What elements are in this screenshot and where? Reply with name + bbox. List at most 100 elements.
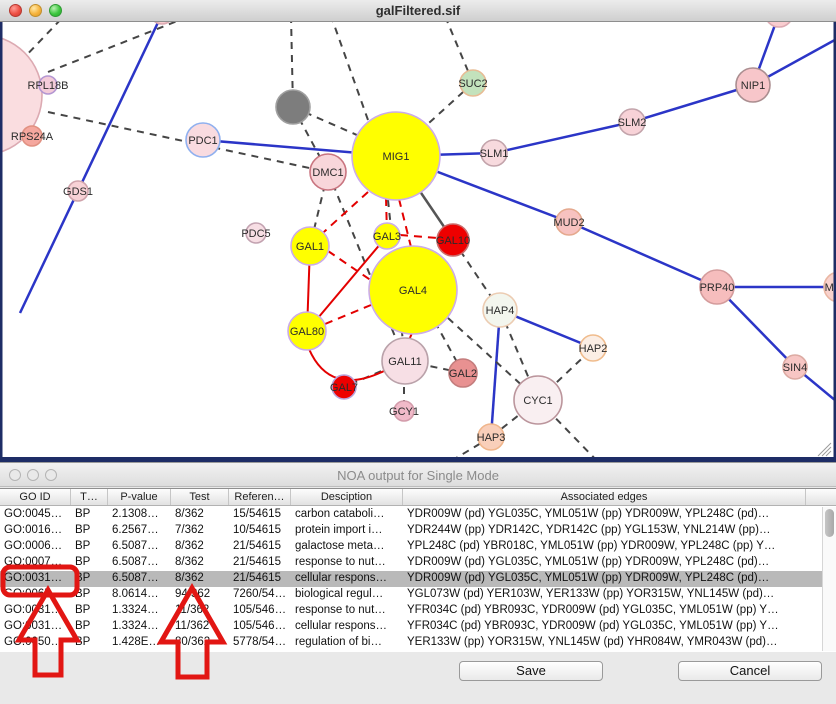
scrollbar-thumb[interactable]	[825, 509, 834, 537]
noa-output-window: NOA output for Single Mode GO IDT…P-valu…	[0, 462, 836, 704]
table-row[interactable]: GO:0031…BP1.3324…11/362105/546…response …	[0, 603, 836, 619]
table-row[interactable]: GO:0007…BP6.5087…8/36221/54615response t…	[0, 555, 836, 571]
cell-go_id: GO:0031…	[0, 603, 71, 619]
node-label: PDC5	[241, 228, 270, 240]
node-unlabeled[interactable]	[276, 90, 310, 124]
node-SLM2[interactable]: SLM2	[618, 109, 647, 135]
cell-associated_edges: YER133W (pp) YOR315W, YNL145W (pd) YHR08…	[403, 635, 806, 651]
node-label: HAP4	[486, 305, 515, 317]
table-header-row: GO IDT…P-valueTestReferen…DesciptionAsso…	[0, 488, 836, 506]
node-SUC2[interactable]: SUC2	[458, 70, 487, 96]
cell-p_value: 6.2567…	[108, 523, 171, 539]
network-canvas[interactable]: RPL18BRPS24AGDS1PDC1MIG1DMC1SUC2SLM1SLM2…	[0, 22, 836, 462]
cell-reference: 15/54615	[229, 507, 291, 523]
node-PRP40[interactable]: PRP40	[700, 270, 735, 304]
table-body: GO:0045…BP2.1308…8/36215/54615carbon cat…	[0, 507, 836, 651]
cell-test: 94/362	[171, 587, 229, 603]
cell-associated_edges: YGL073W (pd) YER103W, YER133W (pp) YOR31…	[403, 587, 806, 603]
node-SLM1[interactable]: SLM1	[480, 140, 509, 166]
table-row[interactable]: GO:0065…BP8.0614…94/3627260/54…biologica…	[0, 587, 836, 603]
column-header-p_value[interactable]: P-value	[108, 489, 171, 505]
cell-description: response to nut…	[291, 555, 403, 571]
cell-test: 11/362	[171, 603, 229, 619]
node-HAP4[interactable]: HAP4	[483, 293, 517, 327]
node-GAL11[interactable]: GAL11	[382, 338, 428, 384]
node-HAP2[interactable]: HAP2	[579, 335, 608, 361]
column-header-description[interactable]: Desciption	[291, 489, 403, 505]
edge-blue[interactable]	[494, 122, 632, 153]
node-HAP3[interactable]: HAP3	[477, 424, 506, 450]
cell-type: BP	[71, 523, 108, 539]
save-button[interactable]: Save	[459, 661, 603, 681]
network-window-titlebar[interactable]: galFiltered.sif	[0, 0, 836, 22]
node-GDS1[interactable]: GDS1	[63, 181, 93, 201]
node-DMC1[interactable]: DMC1	[310, 154, 346, 190]
node-label: CYC1	[523, 395, 552, 407]
edge-blue[interactable]	[569, 222, 717, 287]
cell-test: 8/362	[171, 555, 229, 571]
column-header-reference[interactable]: Referen…	[229, 489, 291, 505]
node-unlabeled[interactable]	[765, 22, 793, 27]
node-label: HAP2	[579, 343, 608, 355]
cell-test: 11/362	[171, 619, 229, 635]
cell-p_value: 6.5087…	[108, 555, 171, 571]
column-header-test[interactable]: Test	[171, 489, 229, 505]
edge-blue[interactable]	[20, 22, 162, 313]
table-row[interactable]: GO:0006…BP6.5087…8/36221/54615galactose …	[0, 539, 836, 555]
column-header-type[interactable]: T…	[71, 489, 108, 505]
node-label: GCY1	[389, 406, 419, 418]
cell-reference: 105/546…	[229, 619, 291, 635]
cell-associated_edges: YDR244W (pp) YDR142C, YDR142C (pp) YGL15…	[403, 523, 806, 539]
cell-type: BP	[71, 571, 108, 587]
edge-blue[interactable]	[491, 310, 500, 437]
node-CYC1[interactable]: CYC1	[514, 376, 562, 424]
node-GCY1[interactable]: GCY1	[389, 401, 419, 421]
column-header-associated_edges[interactable]: Associated edges	[403, 489, 806, 505]
node-GAL10[interactable]: GAL10	[436, 224, 470, 256]
cell-test: 80/362	[171, 635, 229, 651]
node-label: GAL7	[330, 382, 358, 394]
node-MIG1[interactable]: MIG1	[352, 112, 440, 200]
edge-red-dash[interactable]	[325, 305, 371, 324]
column-header-go_id[interactable]: GO ID	[0, 489, 71, 505]
edge-red-dash[interactable]	[328, 251, 372, 281]
node-NIP1[interactable]: NIP1	[736, 68, 770, 102]
table-row[interactable]: GO:0016…BP6.2567…7/36210/54615protein im…	[0, 523, 836, 539]
table-row[interactable]: GO:0031…BP1.3324…11/362105/546…cellular …	[0, 619, 836, 635]
node-MUD2[interactable]: MUD2	[553, 209, 584, 235]
edge-blue[interactable]	[632, 85, 753, 122]
node-SIN4[interactable]: SIN4	[783, 355, 807, 379]
node-GAL7[interactable]: GAL7	[330, 375, 358, 399]
node-label: GAL80	[290, 326, 324, 338]
table-row[interactable]: GO:0045…BP2.1308…8/36215/54615carbon cat…	[0, 507, 836, 523]
node-label: RPS24A	[11, 131, 54, 143]
node-GAL2[interactable]: GAL2	[449, 359, 477, 387]
cancel-button[interactable]: Cancel	[678, 661, 822, 681]
cell-p_value: 2.1308…	[108, 507, 171, 523]
table-row[interactable]: GO:0031…BP6.5087…8/36221/54615cellular r…	[0, 571, 836, 587]
cell-reference: 21/54615	[229, 571, 291, 587]
node-GAL4[interactable]: GAL4	[369, 246, 457, 334]
node-PDC1[interactable]: PDC1	[186, 123, 220, 157]
cell-type: BP	[71, 619, 108, 635]
cell-go_id: GO:0006…	[0, 539, 71, 555]
resize-grip[interactable]	[822, 447, 831, 456]
vertical-scrollbar[interactable]	[822, 507, 836, 651]
noa-window-titlebar[interactable]: NOA output for Single Mode	[0, 463, 836, 487]
cell-test: 8/362	[171, 539, 229, 555]
node-GAL3[interactable]: GAL3	[373, 223, 401, 249]
node-label: DMC1	[312, 167, 343, 179]
cell-reference: 21/54615	[229, 539, 291, 555]
node-label: GAL4	[399, 285, 427, 297]
edge-dash[interactable]	[48, 22, 190, 72]
cell-test: 8/362	[171, 571, 229, 587]
edge-dash[interactable]	[331, 22, 368, 120]
node-label: NIP1	[741, 80, 765, 92]
cell-description: galactose meta…	[291, 539, 403, 555]
node-GAL80[interactable]: GAL80	[288, 312, 326, 350]
cell-reference: 5778/54…	[229, 635, 291, 651]
node-PDC5[interactable]: PDC5	[241, 223, 270, 243]
edge-red-dash[interactable]	[400, 235, 438, 238]
table-row[interactable]: GO:0050…BP1.428E…80/3625778/54…regulatio…	[0, 635, 836, 651]
node-GAL1[interactable]: GAL1	[291, 227, 329, 265]
